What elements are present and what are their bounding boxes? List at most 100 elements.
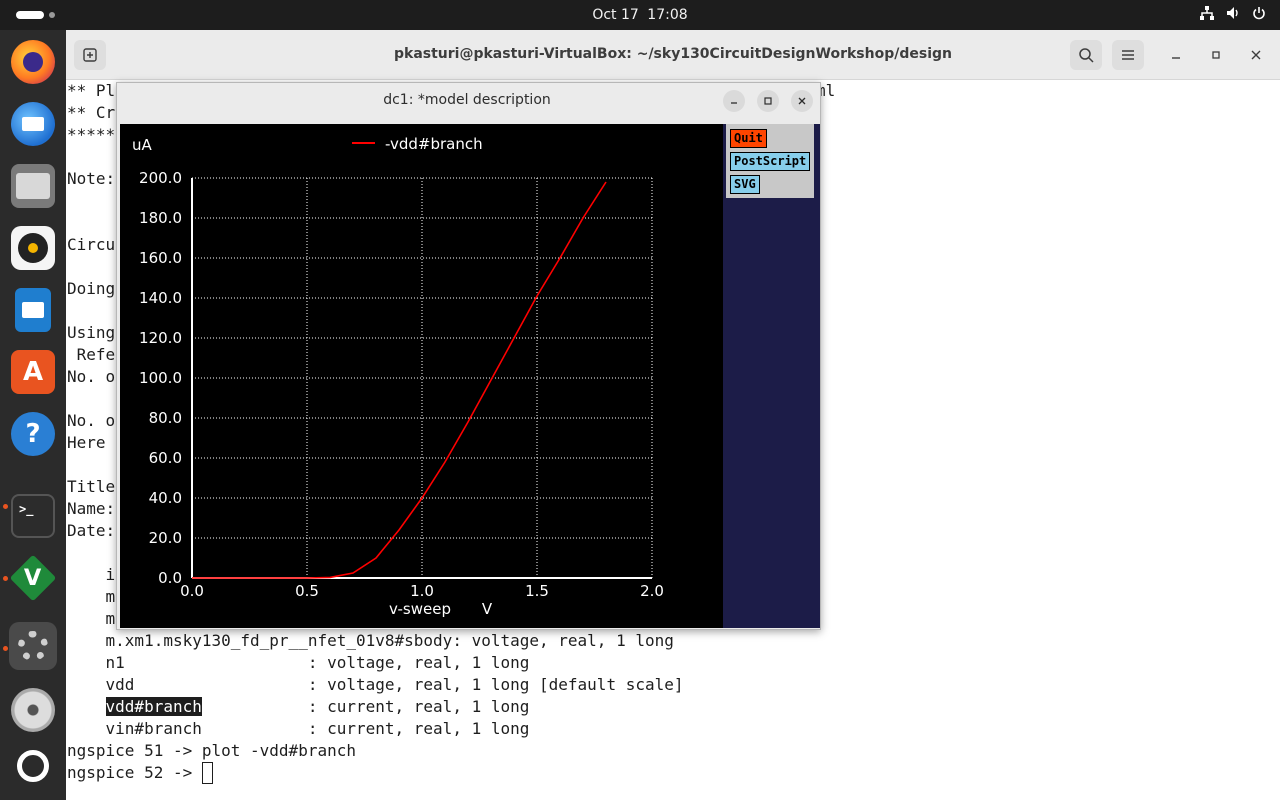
firefox-icon bbox=[11, 40, 55, 84]
plot-window-header: dc1: *model description bbox=[117, 83, 820, 119]
terminal-line: ngspice 51 -> plot -vdd#branch bbox=[67, 741, 356, 760]
dock-disc[interactable] bbox=[9, 686, 57, 734]
y-tick-label: 60.0 bbox=[149, 449, 182, 467]
plot-minimize-button[interactable] bbox=[723, 90, 745, 112]
y-tick-label: 80.0 bbox=[149, 409, 182, 427]
y-tick-label: 120.0 bbox=[139, 329, 182, 347]
prompt: ngspice 52 -> bbox=[67, 763, 202, 782]
volume-icon bbox=[1226, 6, 1240, 20]
disc-icon bbox=[11, 688, 55, 732]
y-tick-label: 20.0 bbox=[149, 529, 182, 547]
dock-vim[interactable]: V bbox=[9, 554, 57, 602]
y-tick-label: 140.0 bbox=[139, 289, 182, 307]
terminal-line: m.xm1.msky130_fd_pr__nfet_01v8#sbody: vo… bbox=[67, 631, 674, 650]
files-icon bbox=[11, 164, 55, 208]
postscript-button[interactable]: PostScript bbox=[730, 152, 811, 171]
x-tick-label: 1.5 bbox=[525, 582, 549, 600]
dock-thunderbird[interactable] bbox=[9, 100, 57, 148]
writer-icon bbox=[15, 288, 51, 332]
terminal-line: m bbox=[67, 609, 116, 628]
terminal-line: Using bbox=[67, 323, 116, 342]
terminal-line: Doing bbox=[67, 279, 116, 298]
plot-button-panel: Quit PostScript SVG bbox=[726, 124, 814, 198]
restore-icon bbox=[1212, 51, 1220, 59]
dock-app-center[interactable]: A bbox=[9, 348, 57, 396]
power-icon bbox=[1252, 6, 1266, 20]
x-tick-label: 0.5 bbox=[295, 582, 319, 600]
ubuntu-icon bbox=[11, 744, 55, 788]
chart: 0.0 0.5 1.0 1.5 2.0 0.0 20.0 40.0 60.0 80.0 100.0 1… bbox=[132, 135, 664, 618]
clock[interactable]: Oct 17 17:08 bbox=[0, 7, 1280, 23]
terminal-line: Refe bbox=[67, 345, 116, 364]
y-tick-label: 0.0 bbox=[158, 569, 182, 587]
dock-files[interactable] bbox=[9, 162, 57, 210]
settings-icon bbox=[11, 624, 55, 668]
menu-button[interactable] bbox=[1112, 40, 1144, 70]
terminal-line: ** Cr bbox=[67, 103, 116, 122]
dock-rhythmbox[interactable] bbox=[9, 224, 57, 272]
search-icon bbox=[1079, 48, 1094, 63]
running-indicator bbox=[3, 576, 8, 581]
terminal-line: i bbox=[67, 565, 116, 584]
text-cursor bbox=[201, 762, 213, 784]
dock-show-apps[interactable] bbox=[9, 742, 57, 790]
y-tick-label: 160.0 bbox=[139, 249, 182, 267]
y-tick-label: 40.0 bbox=[149, 489, 182, 507]
rhythmbox-icon bbox=[11, 226, 55, 270]
x-axis-unit: V bbox=[482, 600, 493, 618]
plot-canvas[interactable]: 0.0 0.5 1.0 1.5 2.0 0.0 20.0 40.0 60.0 80.0 100.0 1… bbox=[120, 124, 723, 628]
search-button[interactable] bbox=[1070, 40, 1102, 70]
plot-window: dc1: *model description 0.0 0.5 1.0 1.5 2.0 0… bbox=[116, 82, 821, 630]
close-icon bbox=[1251, 50, 1261, 60]
app-center-icon: A bbox=[11, 350, 55, 394]
clock-time: 17:08 bbox=[647, 7, 688, 23]
plot-close-button[interactable] bbox=[791, 90, 813, 112]
dock: A ? >_ V bbox=[0, 30, 66, 800]
x-tick-label: 2.0 bbox=[640, 582, 664, 600]
selected-text: vdd#branch bbox=[105, 697, 202, 716]
terminal-line: Note: bbox=[67, 169, 116, 188]
hamburger-icon bbox=[1122, 50, 1134, 60]
plot-side-panel: Quit PostScript SVG bbox=[723, 124, 820, 628]
clock-date: Oct 17 bbox=[592, 7, 639, 23]
plot-maximize-button[interactable] bbox=[757, 90, 779, 112]
dock-firefox[interactable] bbox=[9, 38, 57, 86]
terminal-line: No. o bbox=[67, 367, 116, 386]
terminal-line: n1 : voltage, real, 1 long bbox=[67, 653, 530, 672]
system-tray[interactable] bbox=[1200, 6, 1266, 20]
terminal-line: Here bbox=[67, 433, 116, 452]
terminal-header-bar: pkasturi@pkasturi-VirtualBox: ~/sky130Ci… bbox=[66, 30, 1280, 80]
terminal-prompt-line[interactable]: ngspice 52 -> bbox=[67, 762, 213, 784]
y-tick-label: 200.0 bbox=[139, 169, 182, 187]
y-tick-label: 100.0 bbox=[139, 369, 182, 387]
maximize-button[interactable] bbox=[1200, 40, 1232, 70]
terminal-line: Name: bbox=[67, 499, 116, 518]
x-tick-label: 0.0 bbox=[180, 582, 204, 600]
legend-label: -vdd#branch bbox=[385, 135, 483, 153]
close-button[interactable] bbox=[1240, 40, 1272, 70]
terminal-line: ***** bbox=[67, 125, 116, 144]
terminal-line: vdd#branch : current, real, 1 long bbox=[105, 697, 530, 716]
x-tick-label: 1.0 bbox=[410, 582, 434, 600]
quit-button[interactable]: Quit bbox=[730, 129, 767, 148]
svg-button[interactable]: SVG bbox=[730, 175, 760, 194]
terminal-line: Date: bbox=[67, 521, 116, 540]
vim-icon: V bbox=[9, 554, 57, 602]
dock-help[interactable]: ? bbox=[9, 410, 57, 458]
top-bar: Oct 17 17:08 bbox=[0, 0, 1280, 30]
network-icon bbox=[1200, 6, 1214, 20]
terminal-line: No. o bbox=[67, 411, 116, 430]
dock-terminal[interactable]: >_ bbox=[9, 492, 57, 540]
dock-writer[interactable] bbox=[9, 286, 57, 334]
terminal-line: m bbox=[67, 587, 116, 606]
y-axis-label: uA bbox=[132, 136, 153, 154]
minimize-button[interactable] bbox=[1160, 40, 1192, 70]
terminal-line: vin#branch : current, real, 1 long bbox=[67, 719, 530, 738]
terminal-line: vdd : voltage, real, 1 long [default sca… bbox=[67, 675, 684, 694]
dock-settings[interactable] bbox=[9, 622, 57, 670]
minimize-icon bbox=[731, 102, 737, 104]
terminal-line: Title bbox=[67, 477, 116, 496]
running-indicator bbox=[3, 504, 8, 509]
thunderbird-icon bbox=[11, 102, 55, 146]
running-indicator bbox=[3, 646, 8, 651]
